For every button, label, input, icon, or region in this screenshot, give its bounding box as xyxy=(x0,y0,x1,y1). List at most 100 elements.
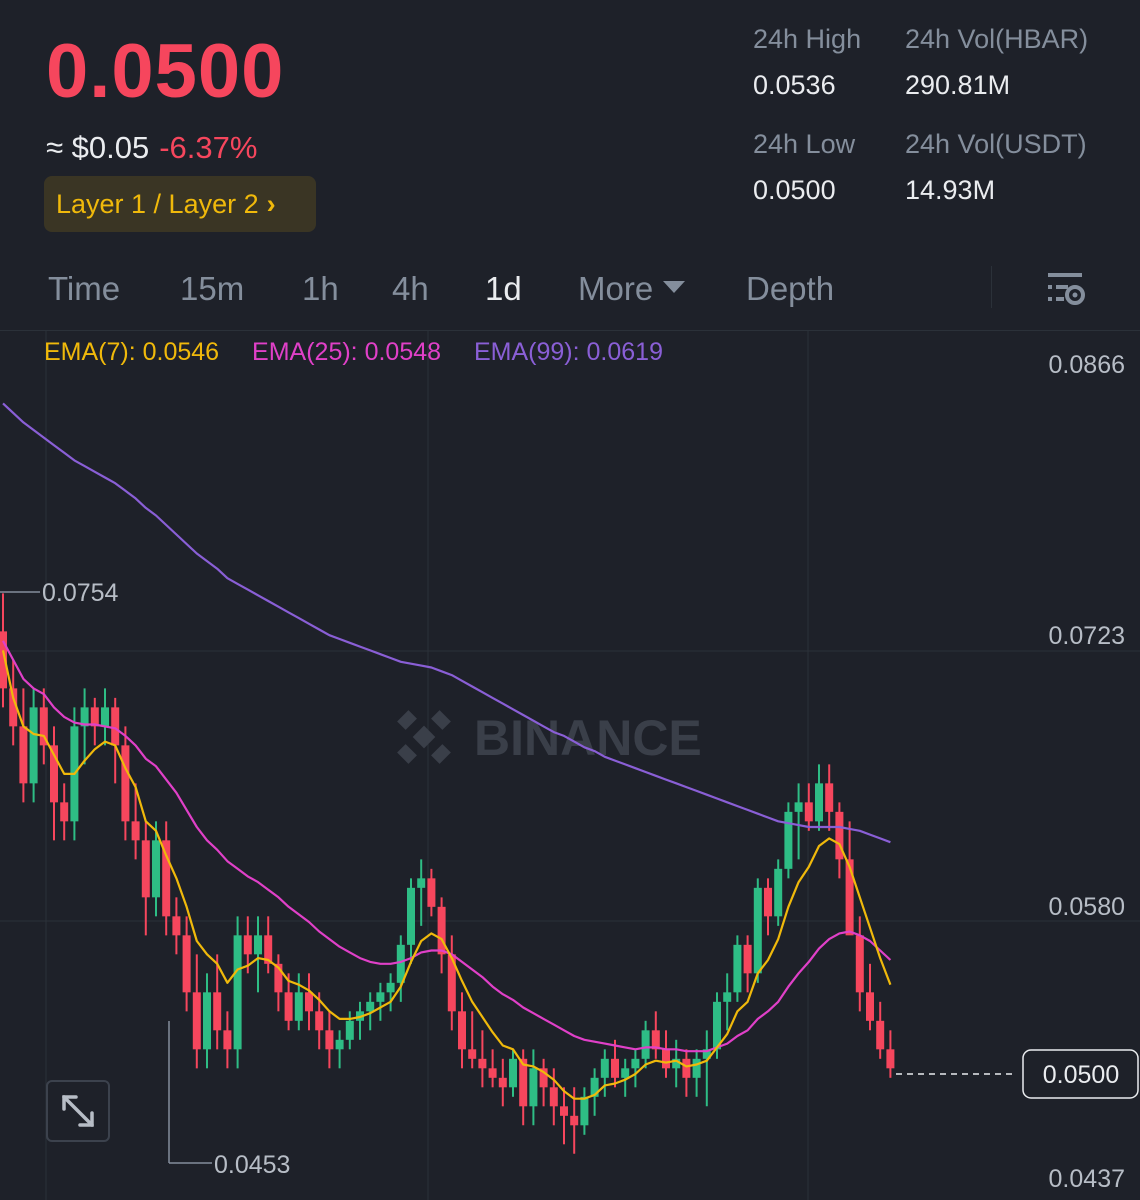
candle xyxy=(90,697,99,746)
candle xyxy=(468,1011,477,1069)
candle xyxy=(560,1087,568,1145)
candle xyxy=(723,973,732,1031)
candle xyxy=(121,726,130,841)
stat-vol-base-label: 24h Vol(HBAR) xyxy=(905,24,1089,54)
candle xyxy=(600,1049,609,1097)
candle xyxy=(376,982,385,1021)
candle xyxy=(866,963,874,1031)
candle xyxy=(794,783,803,860)
candle xyxy=(101,688,109,746)
candle xyxy=(254,916,262,993)
candle xyxy=(488,1049,497,1088)
candle xyxy=(60,783,69,841)
y-tick: 0.0580 xyxy=(1049,893,1125,921)
ema99-line xyxy=(2,402,891,844)
ema99-legend: EMA(99): 0.0619 xyxy=(474,338,663,366)
candles xyxy=(0,593,895,1154)
candle xyxy=(662,1030,670,1078)
chart-settings-icon[interactable] xyxy=(1044,268,1086,310)
candle xyxy=(835,802,844,879)
stat-low-value: 0.0500 xyxy=(753,175,836,205)
candle xyxy=(825,764,834,831)
last-price: 0.0500 xyxy=(46,29,285,114)
stat-vol-quote-value: 14.93M xyxy=(905,175,996,205)
y-tick: 0.0866 xyxy=(1049,351,1125,379)
candle xyxy=(784,802,793,879)
candle xyxy=(672,1039,681,1088)
candle xyxy=(529,1049,538,1126)
candle xyxy=(743,935,752,993)
candle xyxy=(345,1011,354,1050)
y-tick: 0.0437 xyxy=(1049,1165,1125,1193)
chevron-right-icon: › xyxy=(266,189,276,219)
y-tick: 0.0723 xyxy=(1049,622,1125,650)
candle xyxy=(764,878,772,936)
tab-time[interactable]: Time xyxy=(48,270,120,308)
candle xyxy=(233,916,242,1069)
candle xyxy=(386,973,395,1012)
candle xyxy=(335,1030,344,1069)
candle xyxy=(305,973,313,1031)
candle xyxy=(539,1058,548,1107)
candle xyxy=(886,1030,895,1078)
candle xyxy=(509,1049,517,1097)
candle xyxy=(631,1049,640,1088)
candle xyxy=(50,726,58,841)
current-price-tag: 0.0500 xyxy=(1043,1061,1119,1089)
candle xyxy=(580,1087,589,1135)
candle xyxy=(417,859,426,926)
stat-high-value: 0.0536 xyxy=(753,70,836,100)
candle xyxy=(682,1049,691,1097)
candle xyxy=(641,1020,650,1069)
price-subline: ≈ $0.05 -6.37% xyxy=(46,130,257,166)
ema-legend: EMA(7): 0.0546 EMA(25): 0.0548 EMA(99): … xyxy=(44,338,689,367)
candle xyxy=(80,688,89,765)
candlestick-chart[interactable]: BINANCE 0.0754 0.0453 0.0866 0.0723 0.05… xyxy=(0,331,1140,1200)
min-price-marker: 0.0453 xyxy=(214,1151,290,1179)
candle xyxy=(223,1011,232,1069)
candle xyxy=(733,935,742,1002)
tab-4h[interactable]: 4h xyxy=(392,270,429,308)
candle xyxy=(855,916,864,1012)
stat-vol-quote-label: 24h Vol(USDT) xyxy=(905,129,1087,159)
expand-icon xyxy=(62,1095,94,1127)
candle xyxy=(804,783,813,831)
candle xyxy=(19,688,28,803)
interval-tabs: Time 15m 1h 4h 1d More Depth xyxy=(0,262,1140,320)
candle xyxy=(437,897,446,974)
category-tag[interactable]: Layer 1 / Layer 2 › xyxy=(44,176,316,232)
candle xyxy=(162,821,171,936)
candle xyxy=(458,992,466,1069)
candle xyxy=(753,878,762,983)
stat-vol-base-value: 290.81M xyxy=(905,70,1011,100)
candle xyxy=(29,688,38,803)
watermark-text: BINANCE xyxy=(474,710,702,766)
tab-15m[interactable]: 15m xyxy=(180,270,244,308)
candle xyxy=(325,1011,334,1069)
candle xyxy=(876,1001,885,1059)
candle xyxy=(427,868,436,917)
fullscreen-button[interactable] xyxy=(46,1080,110,1142)
tab-1d[interactable]: 1d xyxy=(485,270,522,308)
tab-1h[interactable]: 1h xyxy=(302,270,339,308)
ema25-legend: EMA(25): 0.0548 xyxy=(252,338,442,366)
candle xyxy=(141,821,150,936)
candle xyxy=(356,1001,364,1040)
candle xyxy=(815,764,823,831)
candle xyxy=(447,935,456,1031)
candle xyxy=(274,954,283,1012)
candle xyxy=(498,1058,507,1107)
candle xyxy=(111,697,120,784)
candle xyxy=(774,859,783,926)
stat-high-label: 24h High xyxy=(753,24,862,54)
stat-low-label: 24h Low xyxy=(753,129,856,159)
candle xyxy=(172,897,181,955)
candle xyxy=(407,878,415,964)
tab-more[interactable]: More xyxy=(578,270,686,308)
tab-depth[interactable]: Depth xyxy=(746,270,834,308)
change-percent: -6.37% xyxy=(159,130,258,165)
candle xyxy=(692,1049,701,1097)
category-tag-label: Layer 1 / Layer 2 xyxy=(56,189,259,219)
ema7-legend: EMA(7): 0.0546 xyxy=(44,338,220,366)
caret-down-icon xyxy=(663,281,686,294)
